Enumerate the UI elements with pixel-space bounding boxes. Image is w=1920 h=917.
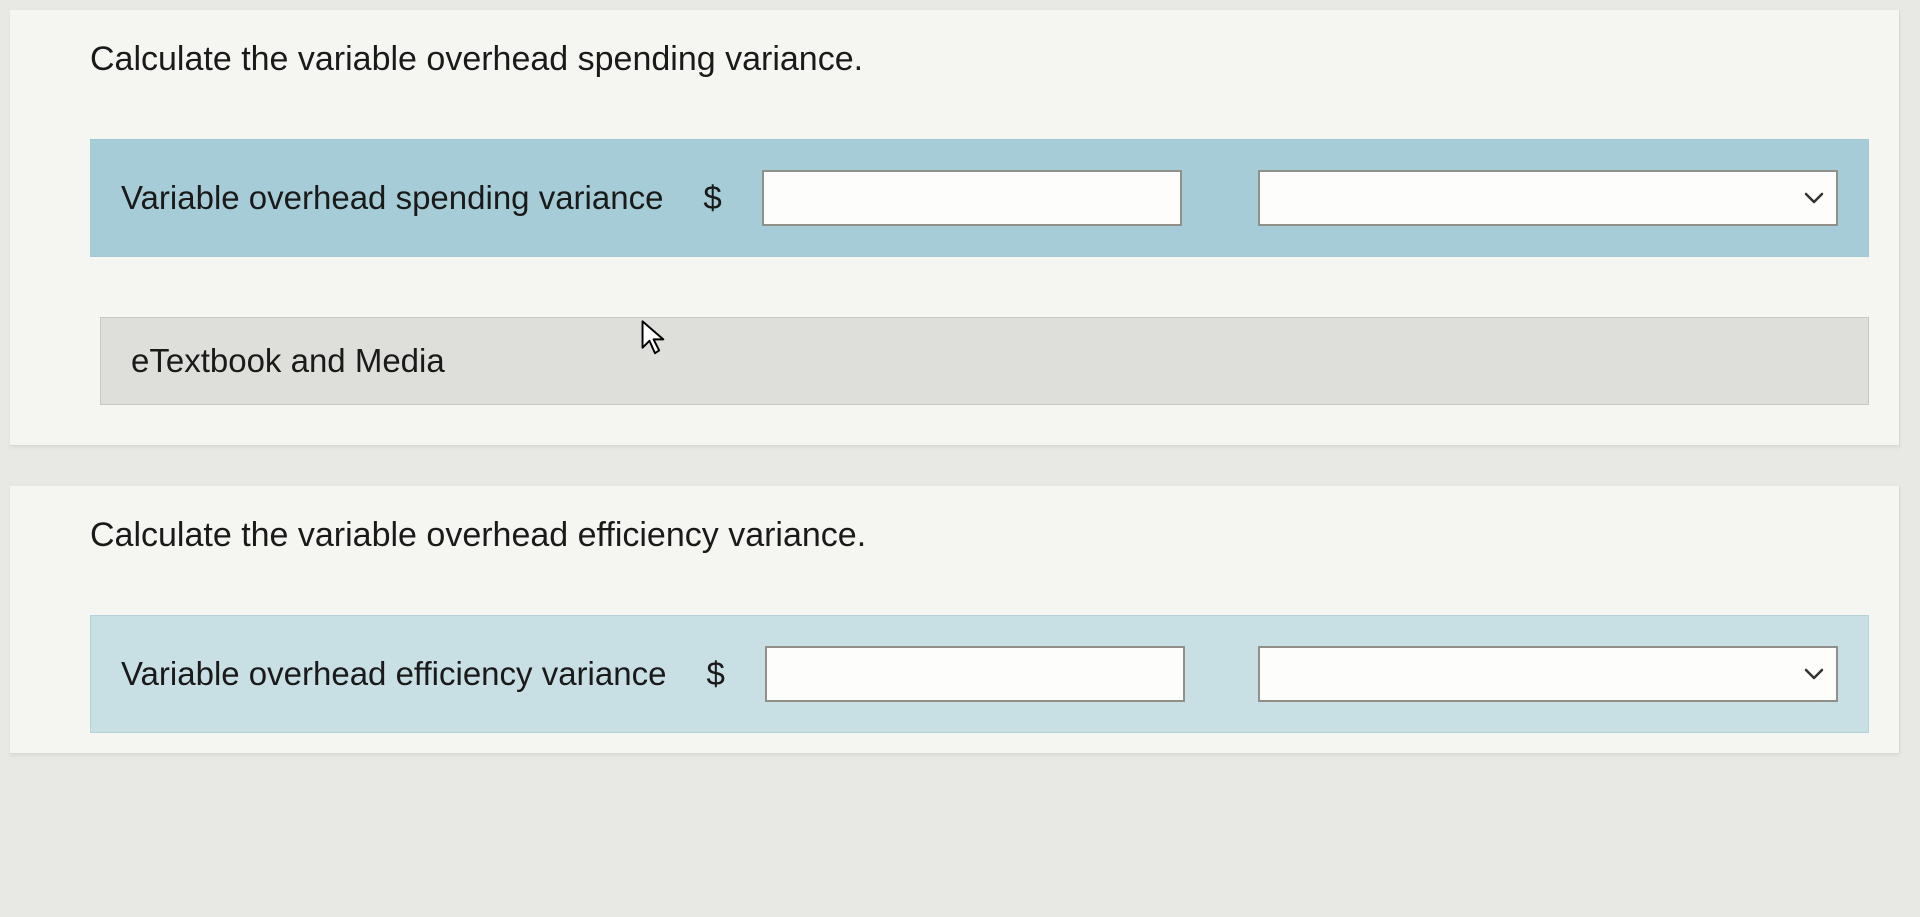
question-panel-efficiency: Calculate the variable overhead efficien… — [10, 486, 1900, 754]
currency-symbol: $ — [703, 179, 721, 217]
etextbook-media-bar[interactable]: eTextbook and Media — [100, 317, 1869, 405]
row-label-spending: Variable overhead spending variance — [121, 179, 663, 217]
spending-variance-select-wrap — [1258, 170, 1838, 226]
efficiency-variance-select[interactable] — [1258, 646, 1838, 702]
question-prompt: Calculate the variable overhead efficien… — [90, 516, 1869, 555]
spending-variance-select[interactable] — [1258, 170, 1838, 226]
question-prompt: Calculate the variable overhead spending… — [90, 40, 1869, 79]
currency-symbol: $ — [706, 655, 724, 693]
efficiency-variance-input[interactable] — [765, 646, 1185, 702]
answer-row-spending: Variable overhead spending variance $ — [90, 139, 1869, 257]
question-panel-spending: Calculate the variable overhead spending… — [10, 10, 1900, 446]
etextbook-media-label: eTextbook and Media — [131, 342, 445, 379]
row-label-efficiency: Variable overhead efficiency variance — [121, 655, 666, 693]
spending-variance-input[interactable] — [762, 170, 1182, 226]
answer-row-efficiency: Variable overhead efficiency variance $ — [90, 615, 1869, 733]
efficiency-variance-select-wrap — [1258, 646, 1838, 702]
